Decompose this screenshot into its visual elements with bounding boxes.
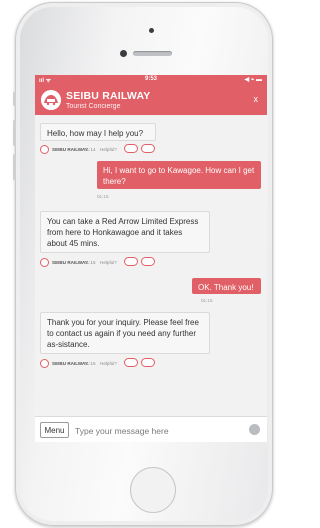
sensor-dot (149, 28, 154, 33)
chat-header: SEIBU RAILWAY Tourist Concierge x (35, 85, 267, 115)
message-text: Thank you for your inquiry. Please feel … (47, 318, 199, 349)
message-input[interactable] (73, 421, 237, 441)
seibu-logo (41, 90, 61, 110)
thumbs-up-icon[interactable] (124, 257, 138, 266)
message-text: OK. Thank you! (198, 283, 254, 292)
phone-screen: ııl ᯤ 9:53 ◀ ⌁ ▬ SEIBU RAILWAY Tourist C… (35, 75, 267, 442)
battery-icon: ◀ ⌁ ▬ (244, 77, 262, 83)
message-time: 01:15 (84, 361, 96, 366)
close-button[interactable]: x (254, 94, 259, 104)
bot-message: You can take a Red Arrow Limited Express… (40, 211, 210, 253)
header-title: SEIBU RAILWAY (66, 90, 151, 102)
menu-button[interactable]: Menu (40, 422, 69, 438)
sender-name: SEIBU RAILWAY (52, 147, 88, 152)
volume-down-button[interactable] (13, 154, 16, 180)
thumbs-up-icon[interactable] (124, 144, 138, 153)
message-input-bar: Menu (35, 416, 267, 442)
send-icon[interactable] (249, 424, 260, 435)
home-button[interactable] (130, 467, 176, 513)
header-subtitle: Tourist Concierge (66, 103, 121, 110)
seibu-avatar (40, 145, 49, 154)
status-time: 9:53 (144, 76, 157, 82)
message-time: 01:15 (97, 194, 109, 199)
helpful-label: Helpful? (100, 260, 117, 265)
message-text: Hello, how may I help you? (47, 129, 144, 138)
bot-message: Hello, how may I help you? (40, 123, 156, 141)
user-message: OK. Thank you! (192, 278, 261, 294)
thumbs-up-icon[interactable] (124, 358, 138, 367)
earpiece-speaker (133, 51, 172, 56)
volume-up-button[interactable] (13, 120, 16, 146)
sender-name: SEIBU RAILWAY (52, 260, 88, 265)
status-bar: ııl ᯤ 9:53 ◀ ⌁ ▬ (35, 75, 267, 85)
sender-name: SEIBU RAILWAY (52, 361, 88, 366)
seibu-avatar (40, 359, 49, 368)
message-time: 01:14 (84, 147, 96, 152)
thumbs-down-icon[interactable] (141, 144, 155, 153)
message-text: You can take a Red Arrow Limited Express… (47, 217, 199, 248)
bot-message: Thank you for your inquiry. Please feel … (40, 312, 210, 354)
message-time: 01:15 (201, 298, 213, 303)
thumbs-down-icon[interactable] (141, 257, 155, 266)
thumbs-down-icon[interactable] (141, 358, 155, 367)
helpful-label: Helpful? (100, 361, 117, 366)
mute-switch[interactable] (13, 92, 16, 106)
message-time: 01:15 (84, 260, 96, 265)
front-camera (120, 50, 127, 57)
helpful-label: Helpful? (100, 147, 117, 152)
chat-log: Hello, how may I help you? SEIBU RAILWAY… (35, 115, 267, 416)
seibu-avatar (40, 258, 49, 267)
user-message: Hi, I want to go to Kawagoe. How can I g… (97, 161, 261, 189)
message-text: Hi, I want to go to Kawagoe. How can I g… (103, 166, 255, 186)
